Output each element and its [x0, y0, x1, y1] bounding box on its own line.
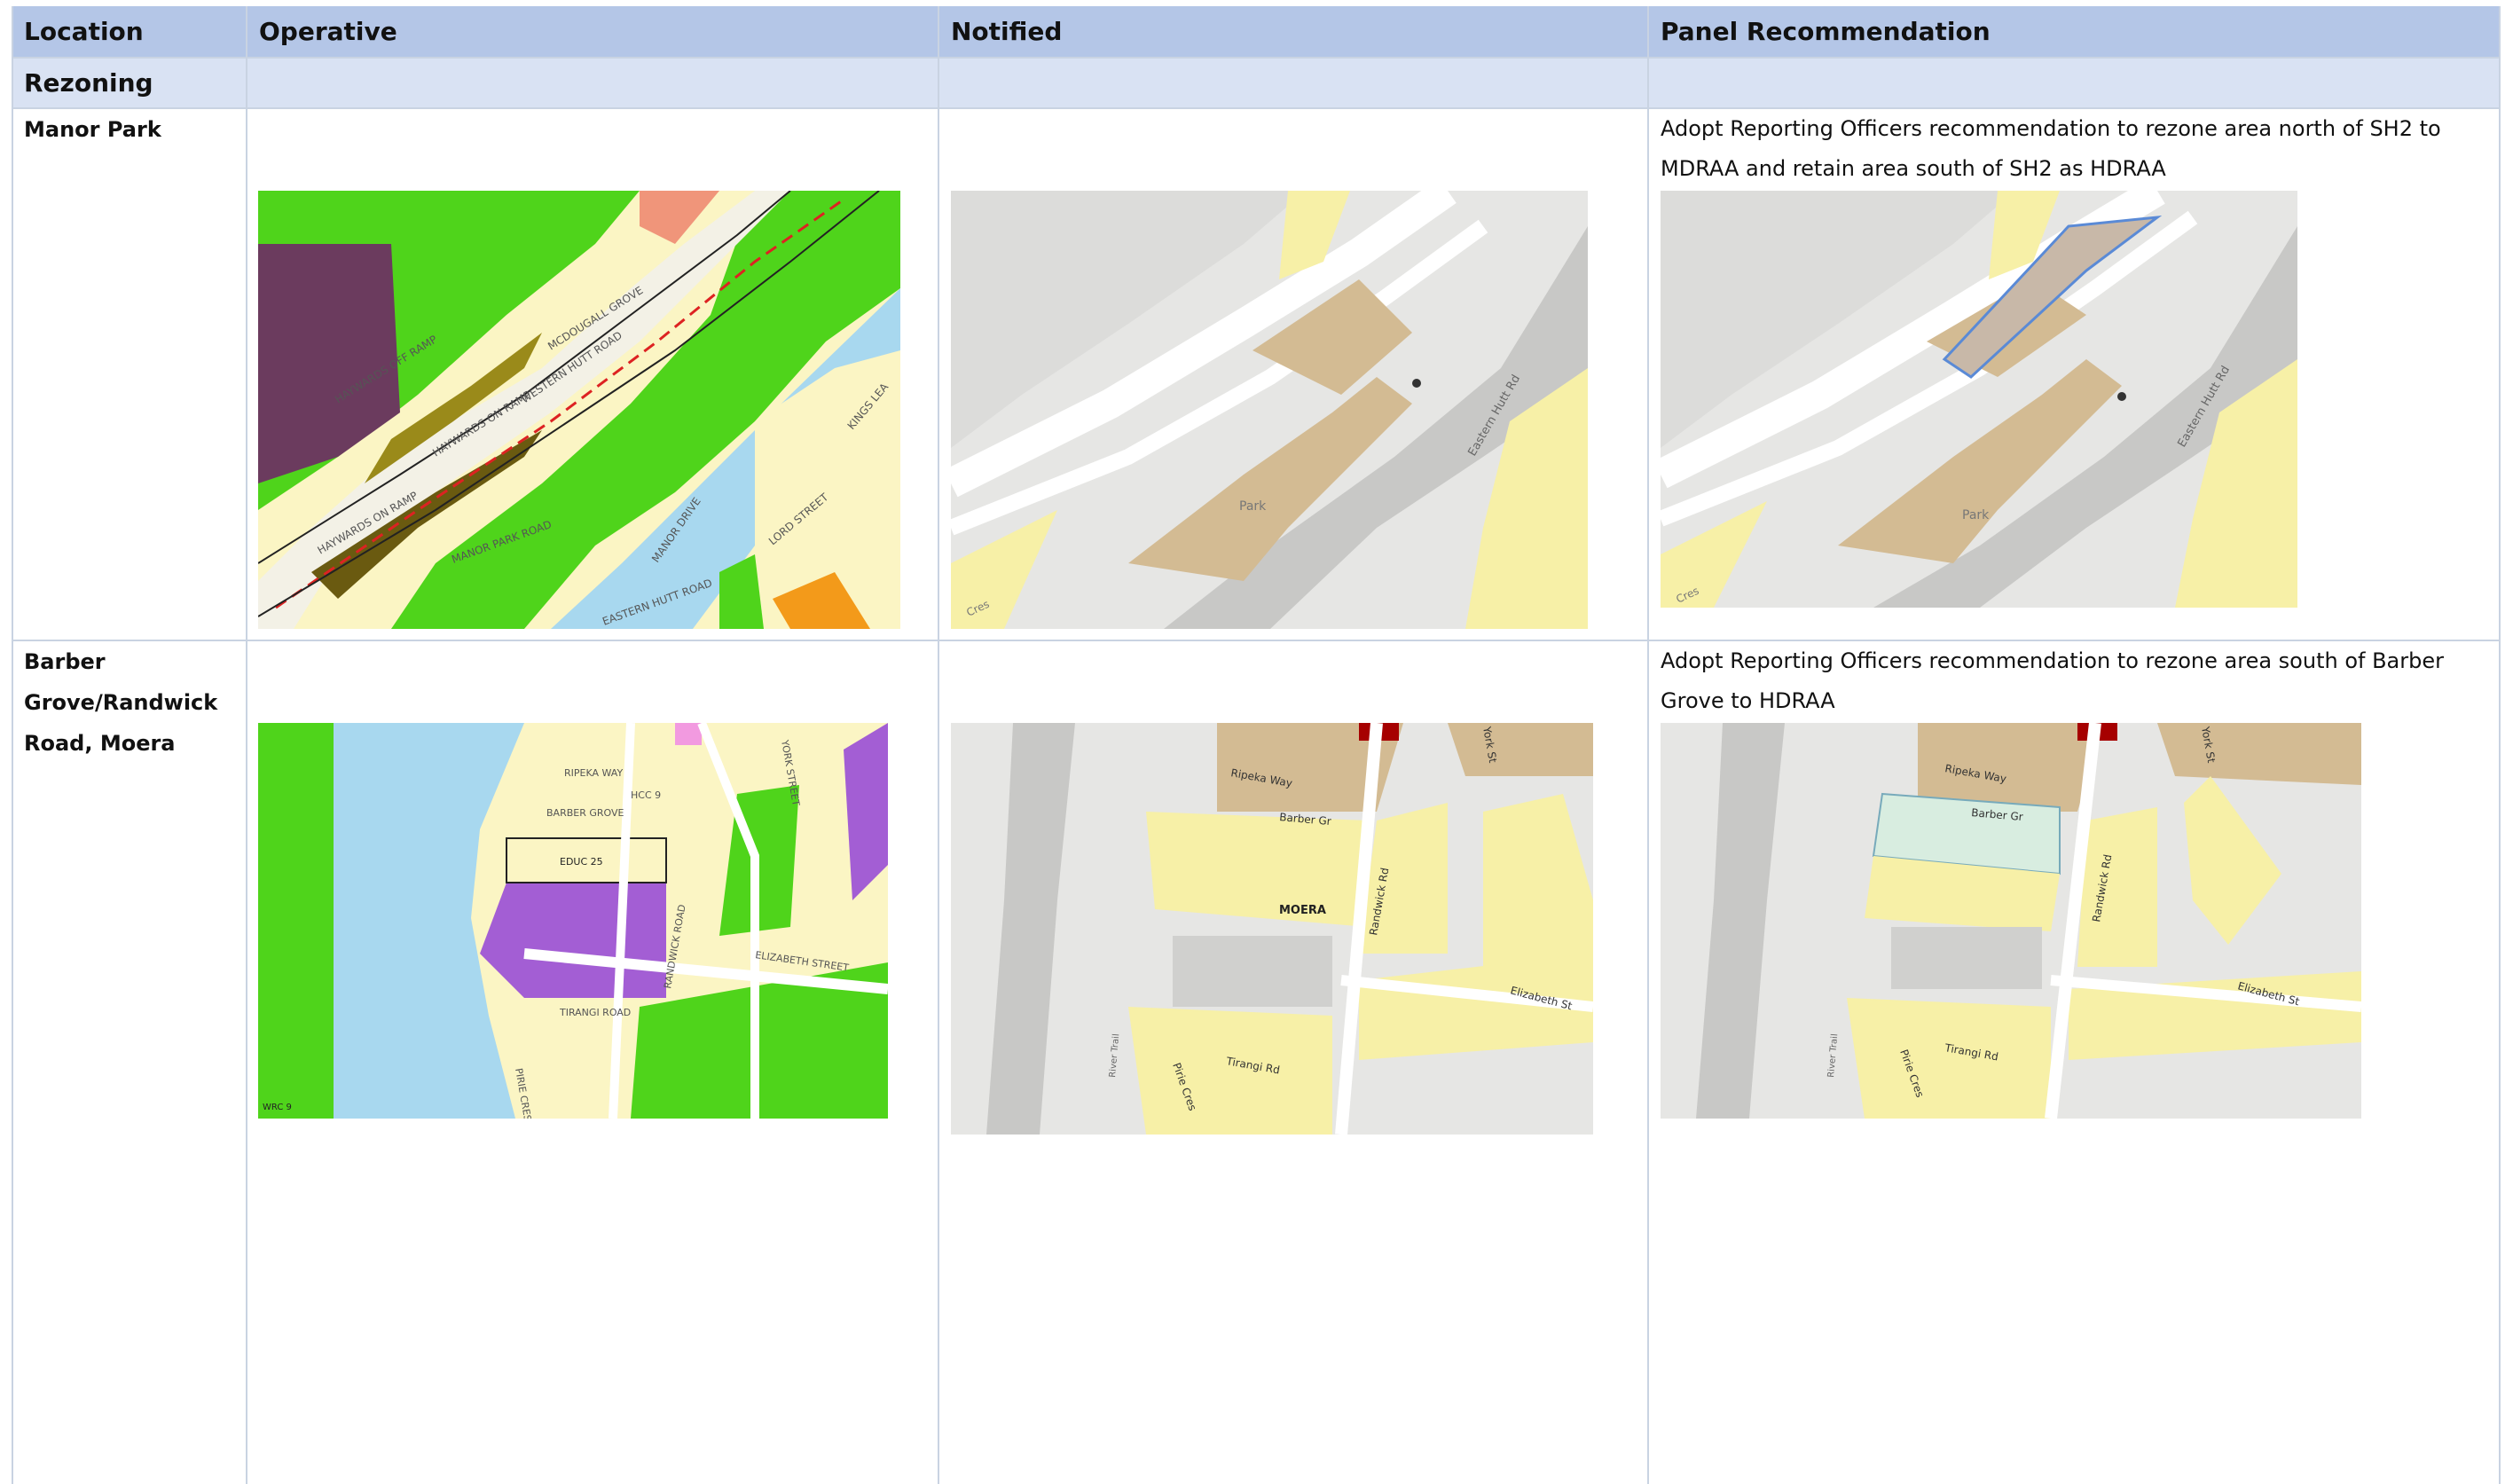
svg-text:RIPEKA WAY: RIPEKA WAY: [564, 767, 623, 779]
svg-text:Park: Park: [1962, 508, 1990, 522]
notified-map-manor-park: Park Eastern Hutt Rd Cres: [951, 191, 1588, 629]
svg-text:MOERA: MOERA: [1279, 904, 1326, 917]
svg-text:TIRANGI ROAD: TIRANGI ROAD: [559, 1007, 631, 1018]
planning-table: Location Operative Notified Panel Recomm…: [12, 6, 2501, 1484]
header-notified: Notified: [951, 17, 1063, 46]
location-barber-grove: Barber Grove/Randwick Road, Moera: [24, 649, 218, 756]
panel-map-barber-grove: Ripeka Way Barber Gr Randwick Rd Elizabe…: [1661, 723, 2361, 1119]
section-row: [12, 59, 2501, 108]
header-operative: Operative: [259, 17, 397, 46]
operative-map-manor-park: HAYWARDS OFF RAMP HAYWARDS ON RAMP HAYWA…: [258, 191, 900, 629]
recommendation-manor-park: Adopt Reporting Officers recommendation …: [1661, 116, 2441, 181]
svg-text:Park: Park: [1239, 499, 1267, 514]
panel-map-manor-park: Park Eastern Hutt Rd Cres: [1661, 191, 2297, 608]
header-panel-recommendation: Panel Recommendation: [1661, 17, 1991, 46]
location-manor-park: Manor Park: [24, 117, 161, 142]
svg-text:WRC 9: WRC 9: [263, 1103, 292, 1112]
section-title-rezoning: Rezoning: [24, 68, 153, 98]
svg-text:EDUC 25: EDUC 25: [560, 856, 603, 868]
header-location: Location: [24, 17, 144, 46]
recommendation-barber-grove: Adopt Reporting Officers recommendation …: [1661, 648, 2444, 713]
notified-map-barber-grove: MOERA Ripeka Way Barber Gr Randwick Rd E…: [951, 723, 1593, 1135]
operative-map-barber-grove: EDUC 25 RIPEKA WAY HCC 9 BARBER GROVE RA…: [258, 723, 888, 1119]
svg-text:HCC 9: HCC 9: [631, 789, 661, 801]
svg-text:BARBER GROVE: BARBER GROVE: [546, 807, 624, 819]
